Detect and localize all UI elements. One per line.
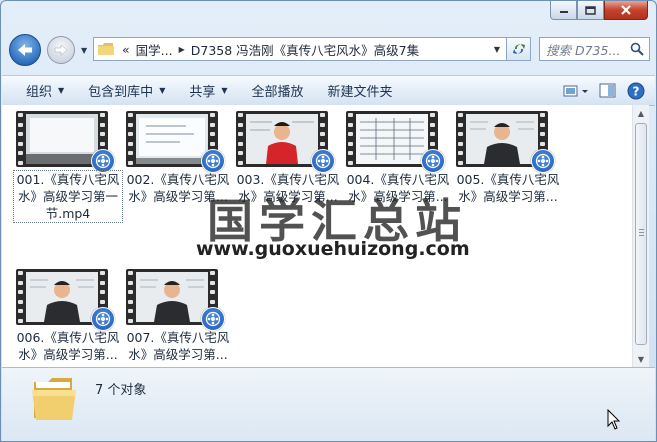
file-name: 007.《真传八宅风水》高级学习第... xyxy=(126,330,230,362)
help-button[interactable]: ? xyxy=(627,82,645,100)
command-toolbar: 组织 ▼ 包含到库中 ▼ 共享 ▼ 全部播放 新建文件夹 ? xyxy=(2,75,655,106)
preview-pane-icon xyxy=(599,83,616,97)
close-button[interactable] xyxy=(604,1,648,20)
scrollbar-thumb[interactable] xyxy=(635,123,647,345)
view-options-icon xyxy=(563,85,588,96)
breadcrumb-arrow-icon[interactable]: ▶ xyxy=(179,45,185,54)
breadcrumb-segment-2[interactable]: D7358 冯浩刚《真传八宅风水》高级7集 xyxy=(191,40,419,59)
video-file-item[interactable]: 004.《真传八宅风水》高级学习第... xyxy=(344,105,452,255)
search-input[interactable]: 搜索 D735... xyxy=(539,37,650,61)
media-player-icon xyxy=(421,149,445,173)
file-name: 001.《真传八宅风水》高级学习第一节.mp4 xyxy=(13,170,123,223)
view-options-button[interactable] xyxy=(563,84,589,98)
explorer-window: ▼ « 国学... ▶ D7358 冯浩刚《真传八宅风水》高级7集 ▼ 搜索 D… xyxy=(0,0,657,442)
address-bar[interactable]: « 国学... ▶ D7358 冯浩刚《真传八宅风水》高级7集 ▼ xyxy=(93,37,507,61)
help-icon: ? xyxy=(627,82,645,99)
scroll-up-arrow-icon[interactable]: ▲ xyxy=(633,105,649,121)
share-menu[interactable]: 共享 ▼ xyxy=(189,81,227,100)
scroll-down-arrow-icon[interactable]: ▼ xyxy=(633,351,649,367)
video-thumbnail xyxy=(456,111,555,173)
chevron-down-icon: ▼ xyxy=(58,86,65,95)
video-file-item[interactable]: 006.《真传八宅风水》高级学习第... xyxy=(14,263,122,367)
media-player-icon xyxy=(91,149,115,173)
video-thumbnail xyxy=(236,111,335,173)
media-player-icon xyxy=(91,307,115,331)
play-all-label: 全部播放 xyxy=(251,85,304,100)
include-in-library-menu[interactable]: 包含到库中 ▼ xyxy=(88,81,165,100)
item-count: 7 个对象 xyxy=(95,383,147,398)
breadcrumb-segment-1[interactable]: 国学... xyxy=(136,40,173,59)
search-icon xyxy=(630,42,644,56)
video-file-item[interactable]: 003.《真传八宅风水》高级学习第... xyxy=(234,105,342,255)
video-thumbnail xyxy=(16,111,115,173)
refresh-button[interactable] xyxy=(507,37,531,61)
vertical-scrollbar[interactable]: ▲ ▼ xyxy=(632,105,649,367)
video-thumbnail xyxy=(126,269,225,331)
include-in-library-label: 包含到库中 xyxy=(88,85,154,100)
video-file-item[interactable]: 002.《真传八宅风水》高级学习第... xyxy=(124,105,232,255)
chevron-down-icon: ▼ xyxy=(159,86,166,95)
new-folder-button[interactable]: 新建文件夹 xyxy=(328,81,393,100)
close-icon xyxy=(621,5,631,15)
toolbar-right: ? xyxy=(563,76,655,105)
file-name: 002.《真传八宅风水》高级学习第... xyxy=(126,172,230,204)
navigation-bar: ▼ « 国学... ▶ D7358 冯浩刚《真传八宅风水》高级7集 ▼ 搜索 D… xyxy=(9,32,650,66)
media-player-icon xyxy=(531,149,555,173)
details-pane: 7 个对象 xyxy=(2,367,655,441)
mouse-cursor-icon xyxy=(607,409,621,430)
recent-pages-dropdown[interactable]: ▼ xyxy=(81,46,87,55)
organize-label: 组织 xyxy=(26,85,53,100)
back-arrow-icon xyxy=(18,44,32,56)
maximize-icon xyxy=(585,5,596,15)
file-list[interactable]: 001.《真传八宅风水》高级学习第一节.mp4 002.《真传八宅风水》高级学习第… xyxy=(2,105,632,367)
video-thumbnail xyxy=(16,269,115,331)
play-all-button[interactable]: 全部播放 xyxy=(252,81,304,100)
new-folder-label: 新建文件夹 xyxy=(327,85,393,100)
address-dropdown[interactable]: ▼ xyxy=(494,45,500,54)
media-player-icon xyxy=(311,149,335,173)
maximize-button[interactable] xyxy=(577,1,604,20)
forward-button[interactable] xyxy=(47,36,75,64)
media-player-icon xyxy=(201,149,225,173)
video-file-item[interactable]: 007.《真传八宅风水》高级学习第... xyxy=(124,263,232,367)
file-name: 005.《真传八宅风水》高级学习第... xyxy=(456,172,560,204)
address-overflow[interactable]: « xyxy=(122,42,130,57)
svg-text:?: ? xyxy=(633,84,640,98)
share-label: 共享 xyxy=(189,85,216,100)
refresh-icon xyxy=(512,44,525,54)
video-thumbnail xyxy=(346,111,445,173)
caption-buttons xyxy=(550,1,648,20)
video-file-item[interactable]: 005.《真传八宅风水》高级学习第... xyxy=(454,105,562,255)
back-button[interactable] xyxy=(9,34,41,66)
file-name: 004.《真传八宅风水》高级学习第... xyxy=(346,172,450,204)
chevron-down-icon: ▼ xyxy=(221,86,228,95)
forward-arrow-icon xyxy=(54,44,68,56)
search-placeholder: 搜索 D735... xyxy=(546,42,621,58)
minimize-button[interactable] xyxy=(550,1,577,20)
organize-menu[interactable]: 组织 ▼ xyxy=(26,81,64,100)
video-thumbnail xyxy=(126,111,225,173)
media-player-icon xyxy=(201,307,225,331)
video-file-item[interactable]: 001.《真传八宅风水》高级学习第一节.mp4 xyxy=(13,105,123,255)
folder-icon xyxy=(32,378,76,420)
folder-icon xyxy=(98,43,114,55)
preview-pane-button[interactable] xyxy=(599,83,617,99)
file-name: 003.《真传八宅风水》高级学习第... xyxy=(236,172,340,204)
file-name: 006.《真传八宅风水》高级学习第... xyxy=(16,330,120,362)
minimize-icon xyxy=(559,11,568,13)
